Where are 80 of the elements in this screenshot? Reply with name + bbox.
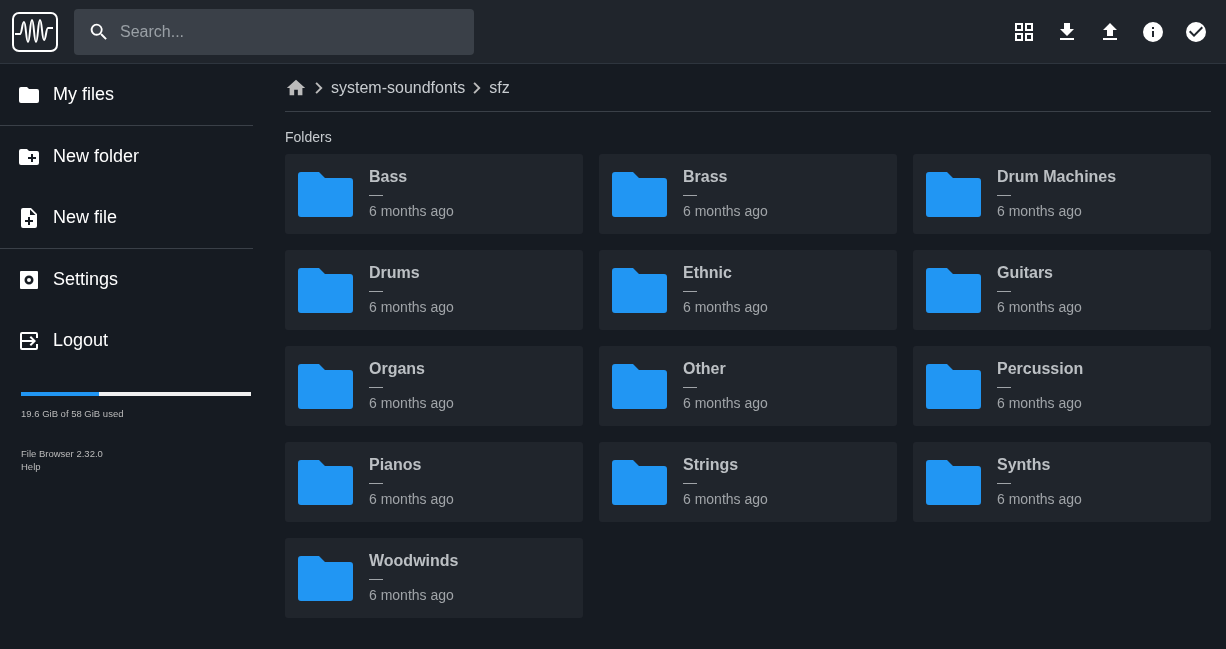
- folder-size: —: [369, 283, 383, 297]
- modified-time: 6 months ago: [997, 490, 1082, 509]
- folder-icon: [926, 363, 981, 409]
- chevron-right-icon: [473, 81, 482, 94]
- folder-icon: [612, 267, 667, 313]
- folder-card[interactable]: Percussion — 6 months ago: [913, 346, 1211, 426]
- breadcrumb-link[interactable]: sfz: [489, 78, 510, 97]
- modified-time: 6 months ago: [683, 202, 768, 221]
- modified-time: 6 months ago: [997, 394, 1082, 413]
- folder-size: —: [683, 379, 697, 393]
- sidebar-item[interactable]: New file: [0, 187, 253, 249]
- modified-time: 6 months ago: [997, 202, 1082, 221]
- folder-name: Ethnic: [683, 263, 732, 283]
- chevron-right-icon: [315, 81, 323, 94]
- folder-size: —: [683, 283, 697, 297]
- waveform-logo-icon[interactable]: [12, 11, 58, 52]
- help-link[interactable]: Help: [21, 461, 41, 472]
- modified-time: 6 months ago: [683, 490, 768, 509]
- folder-card[interactable]: Drum Machines — 6 months ago: [913, 154, 1211, 234]
- folder-icon: [926, 459, 981, 505]
- info-icon[interactable]: [1141, 19, 1165, 44]
- folder-name: Other: [683, 359, 726, 379]
- folder-name: Drums: [369, 263, 420, 283]
- modified-time: 6 months ago: [369, 394, 454, 413]
- folder-icon: [298, 459, 353, 505]
- folder-name: Synths: [997, 455, 1051, 475]
- folder-name: Woodwinds: [369, 551, 459, 571]
- folder-size: —: [369, 475, 383, 489]
- folder-icon: [298, 171, 353, 217]
- folder-card[interactable]: Strings — 6 months ago: [599, 442, 897, 522]
- folder-icon: [298, 267, 353, 313]
- folder-icon: [298, 363, 353, 409]
- folder-size: —: [997, 379, 1011, 393]
- folder-name: Pianos: [369, 455, 422, 475]
- folder-card[interactable]: Organs — 6 months ago: [285, 346, 583, 426]
- modified-time: 6 months ago: [997, 298, 1082, 317]
- folder-size: —: [997, 187, 1011, 201]
- folder-size: —: [369, 187, 383, 201]
- folder-card[interactable]: Woodwinds — 6 months ago: [285, 538, 583, 618]
- folder-icon: [926, 171, 981, 217]
- sidebar-item[interactable]: Settings: [0, 249, 253, 310]
- modified-time: 6 months ago: [683, 298, 768, 317]
- folder-card[interactable]: Ethnic — 6 months ago: [599, 250, 897, 330]
- modified-time: 6 months ago: [369, 298, 454, 317]
- folder-icon: [612, 171, 667, 217]
- folder-name: Drum Machines: [997, 167, 1117, 187]
- modified-time: 6 months ago: [369, 490, 454, 509]
- folder-size: —: [369, 379, 383, 393]
- folder-icon: [612, 363, 667, 409]
- modified-time: 6 months ago: [369, 202, 454, 221]
- folder-name: Percussion: [997, 359, 1084, 379]
- modified-time: 6 months ago: [683, 394, 768, 413]
- breadcrumb-link[interactable]: system-soundfonts: [331, 78, 466, 97]
- section-title: Folders: [285, 129, 332, 145]
- folder-name: Guitars: [997, 263, 1053, 283]
- folder-icon: [612, 459, 667, 505]
- folder-card[interactable]: Drums — 6 months ago: [285, 250, 583, 330]
- version-text: File Browser 2.32.0: [21, 448, 104, 459]
- folder-card[interactable]: Pianos — 6 months ago: [285, 442, 583, 522]
- folder-size: —: [997, 475, 1011, 489]
- folder-size: —: [997, 283, 1011, 297]
- folder-name: Organs: [369, 359, 425, 379]
- folder-card[interactable]: Synths — 6 months ago: [913, 442, 1211, 522]
- folder-size: —: [683, 187, 697, 201]
- folder-size: —: [683, 475, 697, 489]
- sidebar-item[interactable]: Logout: [0, 310, 253, 371]
- folder-name: Brass: [683, 167, 728, 187]
- folder-card[interactable]: Bass — 6 months ago: [285, 154, 583, 234]
- storage-usage-text: 19.6 GiB of 58 GiB used: [21, 408, 125, 419]
- folder-icon: [298, 555, 353, 601]
- folder-card[interactable]: Brass — 6 months ago: [599, 154, 897, 234]
- sidebar-item[interactable]: My files: [0, 64, 253, 126]
- folder-card[interactable]: Other — 6 months ago: [599, 346, 897, 426]
- folder-name: Strings: [683, 455, 739, 475]
- folder-card[interactable]: Guitars — 6 months ago: [913, 250, 1211, 330]
- modified-time: 6 months ago: [369, 586, 454, 605]
- folder-name: Bass: [369, 167, 408, 187]
- folder-icon: [926, 267, 981, 313]
- folder-size: —: [369, 571, 383, 585]
- sidebar-item[interactable]: New folder: [0, 126, 253, 187]
